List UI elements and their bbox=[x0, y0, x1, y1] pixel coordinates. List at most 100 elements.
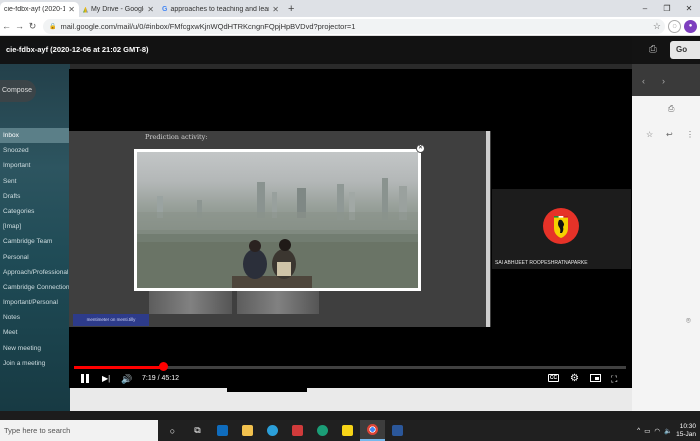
sidebar-item[interactable]: Cambridge Connection bbox=[0, 280, 70, 295]
sidebar-item[interactable]: New meeting bbox=[0, 341, 70, 356]
captions-button[interactable]: CC bbox=[548, 374, 559, 382]
task-view-icon[interactable]: ⧉ bbox=[185, 420, 210, 441]
reload-icon[interactable]: ↻ bbox=[26, 21, 39, 32]
recording-title-bar: cie-fdbx-ayf (2020-12-06 at 21:02 GMT-8)… bbox=[0, 36, 700, 64]
participant-avatar bbox=[543, 208, 579, 244]
sidebar-item[interactable]: Categories bbox=[0, 204, 70, 219]
sidebar-item-inbox[interactable]: Inbox bbox=[0, 128, 70, 144]
volume-icon[interactable]: 🔊 bbox=[121, 372, 132, 386]
address-bar-row: ← → ↻ 🔒 mail.google.com/mail/u/0/#inbox/… bbox=[0, 17, 700, 36]
back-arrow-icon[interactable]: ← bbox=[0, 21, 13, 31]
sidebar-item[interactable]: Approach/Professional bbox=[0, 265, 70, 280]
letterbox-strip bbox=[227, 388, 307, 392]
bookmark-star-icon[interactable]: ☆ bbox=[653, 21, 661, 32]
file-explorer-icon[interactable] bbox=[235, 420, 260, 441]
gmail-sidebar: Compose Inbox Snoozed Important Sent Dra… bbox=[0, 36, 70, 411]
sidebar-item[interactable]: Join a meeting bbox=[0, 356, 70, 371]
gmail-message-pane: ‹ › ⎙ ☆ ↩ ⋮ ⌾ bbox=[632, 36, 700, 411]
tab-label: cie-fdbx-ayf (2020-12-06 at bbox=[4, 6, 65, 13]
video-player[interactable]: Prediction activity: mentimeter on menti… bbox=[69, 69, 632, 388]
url-field[interactable]: 🔒 mail.google.com/mail/u/0/#inbox/FMfcgx… bbox=[43, 18, 665, 34]
clock[interactable]: 10:30 15-Jan bbox=[676, 423, 696, 439]
video-app-icon[interactable] bbox=[285, 420, 310, 441]
more-icon[interactable]: ⋮ bbox=[686, 130, 694, 139]
extension-icon[interactable]: ◌ bbox=[668, 19, 681, 33]
wifi-icon[interactable]: ◠ bbox=[654, 427, 660, 435]
sidebar-item[interactable]: Sent bbox=[0, 174, 70, 189]
current-time: 7:19 bbox=[142, 375, 156, 382]
sticky-notes-icon[interactable] bbox=[335, 420, 360, 441]
tab-recording[interactable]: cie-fdbx-ayf (2020-12-06 at ✕ bbox=[0, 2, 79, 17]
screen: cie-fdbx-ayf (2020-12-06 at ✕ My Drive -… bbox=[0, 0, 700, 441]
print-icon[interactable]: ⎙ bbox=[649, 44, 657, 55]
lock-icon: 🔒 bbox=[49, 23, 57, 30]
slide-thumbnail bbox=[236, 290, 319, 314]
sidebar-item[interactable]: Personal bbox=[0, 250, 70, 265]
forward-arrow-icon[interactable]: → bbox=[13, 21, 26, 31]
gmail-nav-list: Inbox Snoozed Important Sent Drafts Cate… bbox=[0, 128, 70, 371]
player-controls: ▶| 🔊 7:19 / 45:12 CC ⚙ ⛶ bbox=[69, 327, 632, 388]
miniplayer-icon[interactable] bbox=[590, 374, 601, 382]
close-popup-icon[interactable]: ✕ bbox=[416, 144, 425, 153]
fullscreen-icon[interactable]: ⛶ bbox=[611, 372, 617, 386]
recording-title: cie-fdbx-ayf (2020-12-06 at 21:02 GMT-8) bbox=[6, 45, 149, 54]
attachment-icon[interactable]: ⌾ bbox=[686, 316, 691, 326]
edge-icon[interactable] bbox=[260, 420, 285, 441]
taskbar-search-box[interactable]: Type here to search bbox=[0, 420, 158, 441]
chevron-left-icon[interactable]: ‹ bbox=[642, 76, 645, 86]
ferrari-shield-icon bbox=[554, 216, 568, 238]
open-with-button[interactable]: Go bbox=[670, 41, 700, 59]
chrome-icon[interactable] bbox=[360, 420, 385, 441]
close-icon[interactable]: ✕ bbox=[272, 5, 279, 14]
sidebar-item[interactable]: Notes bbox=[0, 310, 70, 325]
sidebar-item[interactable]: Important/Personal bbox=[0, 295, 70, 310]
control-row: ▶| 🔊 7:19 / 45:12 CC ⚙ ⛶ bbox=[69, 371, 632, 387]
star-icon[interactable]: ☆ bbox=[646, 130, 653, 139]
settings-gear-icon[interactable]: ⚙ bbox=[570, 372, 579, 386]
url-text: mail.google.com/mail/u/0/#inbox/FMfcgxwK… bbox=[60, 21, 356, 31]
sidebar-item[interactable]: Drafts bbox=[0, 189, 70, 204]
outlook-icon[interactable] bbox=[210, 420, 235, 441]
sidebar-item[interactable]: Cambridge Team bbox=[0, 234, 70, 249]
drive-icon bbox=[83, 6, 88, 13]
word-icon[interactable] bbox=[385, 420, 410, 441]
duration: 45:12 bbox=[161, 375, 179, 382]
system-tray: ^ ▭ ◠ 🔈 10:30 15-Jan bbox=[637, 420, 696, 441]
maximize-button[interactable]: ❐ bbox=[656, 0, 678, 17]
close-icon[interactable]: ✕ bbox=[68, 5, 75, 14]
new-edge-icon[interactable] bbox=[310, 420, 335, 441]
chevron-right-icon[interactable]: › bbox=[662, 76, 665, 86]
tab-google-drive[interactable]: My Drive - Google Drive ✕ bbox=[79, 2, 158, 17]
new-tab-button[interactable]: + bbox=[288, 2, 294, 17]
battery-icon[interactable]: ▭ bbox=[644, 427, 650, 435]
sidebar-item[interactable]: [Imap] bbox=[0, 219, 70, 234]
print-icon[interactable]: ⎙ bbox=[668, 104, 674, 114]
mentimeter-badge: mentimeter on menti.tilly bbox=[73, 314, 149, 326]
progress-bar[interactable] bbox=[74, 366, 626, 369]
participant-panel bbox=[491, 69, 632, 327]
chevron-up-icon[interactable]: ^ bbox=[637, 427, 640, 434]
close-icon[interactable]: ✕ bbox=[147, 5, 154, 14]
progress-fill bbox=[74, 366, 164, 369]
tab-google-search[interactable]: G approaches to teaching and lear ✕ bbox=[158, 2, 283, 17]
sidebar-item[interactable]: Snoozed bbox=[0, 143, 70, 158]
profile-avatar[interactable]: ● bbox=[684, 19, 697, 33]
gmail-attachment-strip bbox=[70, 386, 632, 411]
cortana-icon[interactable]: ○ bbox=[160, 420, 185, 441]
scrubber-handle[interactable] bbox=[158, 362, 168, 371]
speaker-icon[interactable]: 🔈 bbox=[664, 427, 672, 435]
sidebar-item[interactable]: Meet bbox=[0, 325, 70, 340]
time-display: 7:19 / 45:12 bbox=[142, 372, 179, 386]
windows-taskbar: Type here to search ○ ⧉ ^ ▭ ◠ 🔈 10:30 15… bbox=[0, 420, 700, 441]
pause-icon[interactable] bbox=[81, 372, 91, 386]
taskbar-pinned-apps: ○ ⧉ bbox=[160, 420, 410, 441]
slide-heading: Prediction activity: bbox=[145, 133, 208, 141]
window-controls: – ❐ ✕ bbox=[634, 0, 700, 17]
compose-button[interactable]: Compose bbox=[0, 80, 36, 102]
close-window-button[interactable]: ✕ bbox=[678, 0, 700, 17]
minimize-button[interactable]: – bbox=[634, 0, 656, 17]
reply-icon[interactable]: ↩ bbox=[666, 130, 673, 139]
slide-scrollbar bbox=[486, 131, 490, 327]
sidebar-item[interactable]: Important bbox=[0, 158, 70, 173]
next-icon[interactable]: ▶| bbox=[102, 372, 110, 386]
